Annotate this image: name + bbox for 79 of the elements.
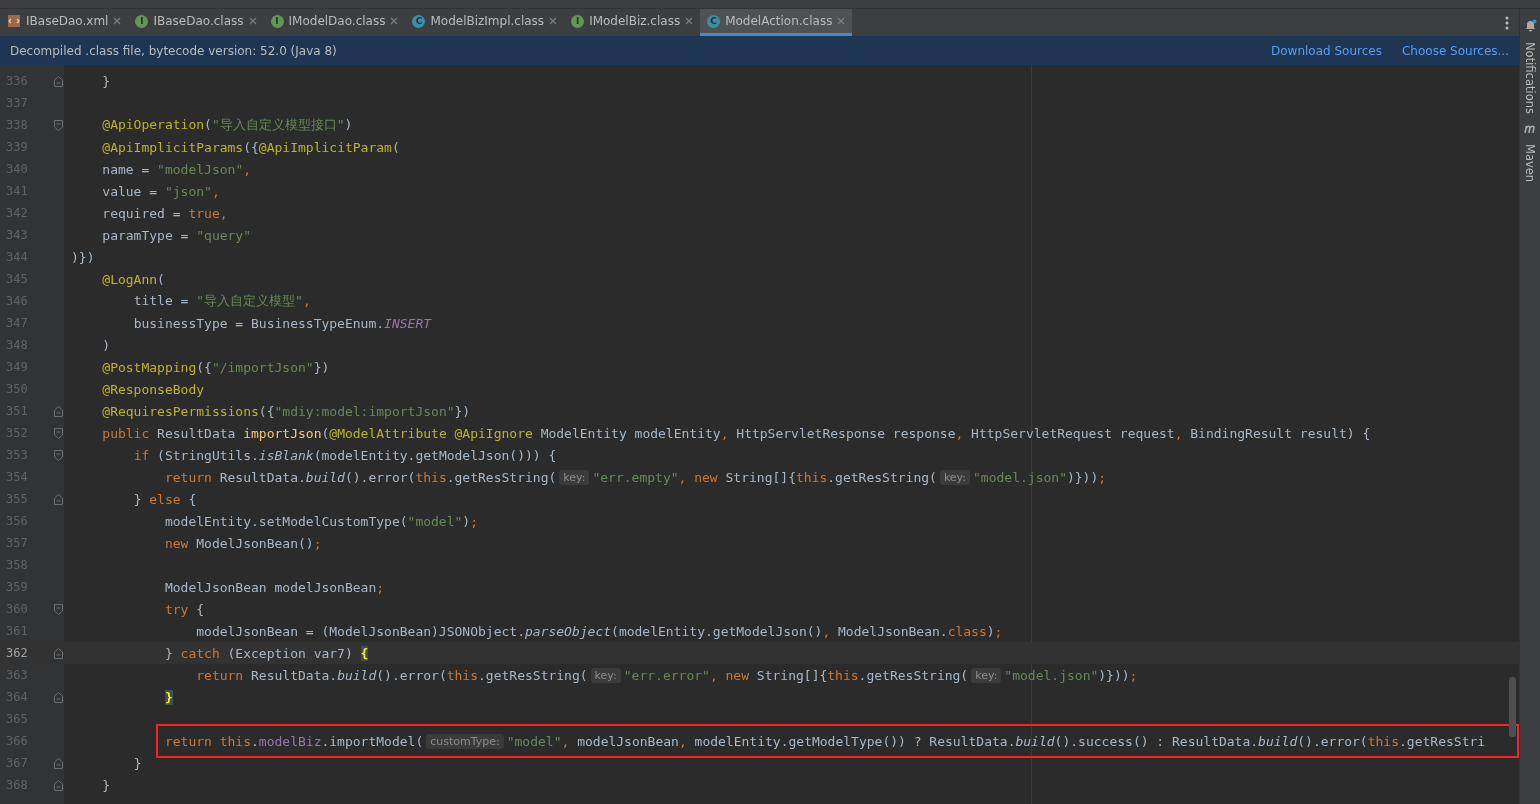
code-text: ModelJsonBean modelJsonBean; (164, 579, 385, 595)
code-text: public ResultData importJson(@ModelAttribute @ApiIgnore ModelEntity modelEntity, HttpServletResponse response, HttpServletRequest request, BindingResult result) { (102, 425, 1371, 441)
code-text: modelJsonBean = (ModelJsonBean)JSONObject.parseObject(modelEntity.getModelJson(), ModelJsonBean.class); (196, 623, 1003, 639)
banner-text: Decompiled .class file, bytecode version: 52.0 (Java 8) (10, 43, 337, 58)
code-text: try { (164, 601, 205, 617)
inlay-hint: key: (939, 469, 971, 485)
editor-tab[interactable]: C ModelAction.class (700, 9, 853, 36)
code-text: @LogAnn( (102, 271, 165, 287)
class-icon: C (707, 14, 721, 28)
unfold-icon[interactable] (54, 691, 63, 703)
unfold-icon[interactable] (54, 757, 63, 769)
code-text: @RequiresPermissions({"mdiy:model:importJson"}) (102, 403, 471, 419)
code-text: @ResponseBody (102, 381, 205, 397)
code-text: )}) (71, 249, 95, 265)
close-icon[interactable] (685, 17, 694, 25)
code-text: ) (102, 337, 111, 353)
inlay-hint: key: (971, 667, 1002, 683)
code-text: } catch (Exception var7) { (164, 645, 369, 661)
code-text: @ApiImplicitParams({@ApiImplicitParam( (102, 139, 400, 155)
code-text: new ModelJsonBean(); (164, 535, 322, 551)
unfold-icon[interactable] (54, 647, 63, 659)
fold-icon[interactable] (54, 449, 63, 461)
code-text: "model", modelJsonBean, modelEntity.getModelType()) ? ResultData.build().success() : ResultData.build().error(this.getResStri (506, 733, 1486, 749)
fold-icon[interactable] (54, 603, 63, 615)
code-text: required = true, (102, 205, 228, 221)
fold-icon[interactable] (54, 119, 63, 131)
code-text: title = "导入自定义模型", (133, 292, 311, 310)
code-text: "err.empty", new String[]{this.getResString( (592, 469, 937, 485)
editor-tab[interactable]: IBaseDao.xml (0, 9, 129, 36)
editor-tab[interactable]: I IModelDao.class (263, 9, 406, 36)
code-text: businessType = BusinessTypeEnum.INSERT (133, 315, 432, 331)
unfold-icon[interactable] (54, 75, 63, 87)
code-text: return ResultData.build().error(this.getResString( (164, 469, 557, 485)
inlay-hint: key: (559, 469, 590, 485)
close-icon[interactable] (549, 17, 558, 25)
line-number: 362 (5, 646, 29, 660)
interface-icon: I (571, 14, 585, 28)
code-text: modelEntity.setModelCustomType("model"); (164, 513, 478, 529)
code-text: return ResultData.build().error(this.getResString( (196, 667, 588, 683)
maven-icon[interactable] (1523, 124, 1537, 134)
code-text: } (102, 777, 111, 793)
editor-tab[interactable]: I IBaseDao.class (128, 9, 264, 36)
unfold-icon[interactable] (54, 779, 63, 791)
code-text: name = "modelJson", (102, 161, 252, 177)
class-icon: C (412, 14, 426, 28)
close-icon[interactable] (390, 17, 399, 25)
code-text: "err.error", new String[]{this.getResString( (623, 667, 969, 683)
inlay-hint: key: (590, 667, 621, 683)
banner-link[interactable]: Choose Sources... (1401, 43, 1509, 58)
code-text: } else { (133, 491, 197, 507)
code-text: return this.modelBiz.importModel( (164, 733, 424, 749)
scrollbar-thumb[interactable] (1509, 677, 1516, 737)
code-text: paramType = "query" (102, 227, 252, 243)
code-text: if (StringUtils.isBlank(modelEntity.getModelJson())) { (133, 447, 557, 463)
more-icon[interactable] (1505, 15, 1509, 30)
code-text: @PostMapping({"/importJson"}) (102, 359, 330, 375)
code-text: @ApiOperation("导入自定义模型接口") (102, 116, 353, 134)
code-text: } (102, 73, 111, 89)
tool-window-tab[interactable]: Notifications (1523, 42, 1537, 114)
close-icon[interactable] (837, 17, 846, 25)
tool-window-tab[interactable]: Maven (1523, 144, 1537, 183)
unfold-icon[interactable] (54, 493, 63, 505)
code-text: "model.json")})); (1004, 667, 1138, 683)
xml-file-icon (7, 14, 21, 28)
editor-tab[interactable]: C ModelBizImpl.class (405, 9, 565, 36)
close-icon[interactable] (113, 17, 122, 25)
code-text: "model.json")})); (973, 469, 1107, 485)
banner-link[interactable]: Download Sources (1271, 43, 1382, 58)
inlay-hint: customType: (426, 733, 504, 749)
bell-icon[interactable] (1523, 19, 1537, 32)
unfold-icon[interactable] (54, 405, 63, 417)
code-text: value = "json", (102, 183, 220, 199)
code-text: } (164, 689, 173, 705)
fold-icon[interactable] (54, 427, 63, 439)
interface-icon: I (270, 14, 284, 28)
close-icon[interactable] (248, 17, 257, 25)
code-text: } (133, 755, 142, 771)
editor-tab[interactable]: I IModelBiz.class (564, 9, 701, 36)
interface-icon: I (135, 14, 149, 28)
